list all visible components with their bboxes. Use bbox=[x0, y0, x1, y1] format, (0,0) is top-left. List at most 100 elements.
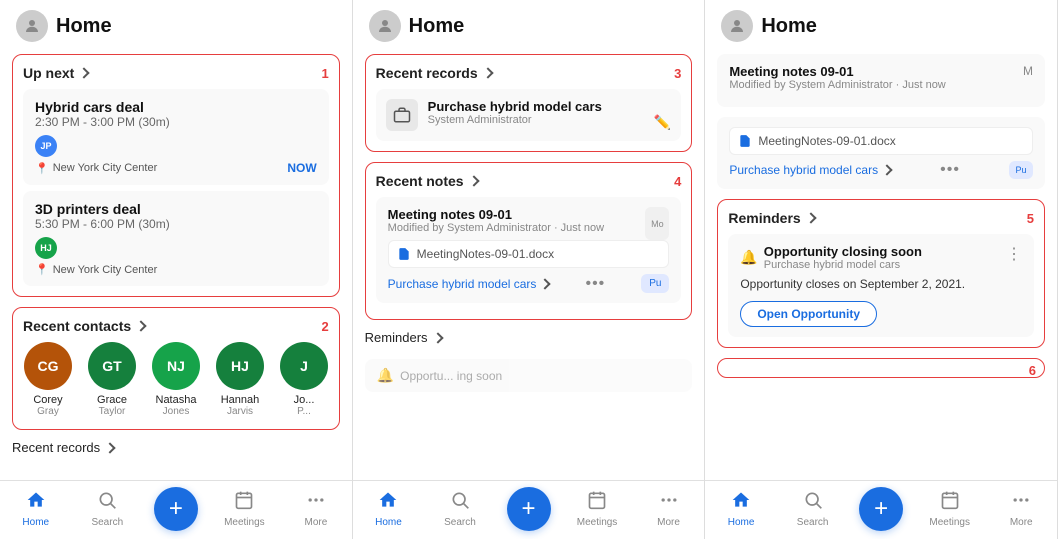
page-title-2: Home bbox=[409, 15, 465, 38]
open-opportunity-button[interactable]: Open Opportunity bbox=[740, 301, 877, 327]
avatar-3 bbox=[721, 10, 753, 42]
nav-meetings-2[interactable]: Meetings bbox=[572, 490, 622, 528]
contact-natasha[interactable]: NJ Natasha Jones bbox=[151, 342, 201, 417]
panel-2: Home Recent records 3 Purchase hybrid mo… bbox=[353, 0, 706, 539]
search-icon-2 bbox=[450, 490, 470, 515]
nav-home-3[interactable]: Home bbox=[716, 490, 766, 528]
note-link[interactable]: Purchase hybrid model cars bbox=[388, 277, 550, 291]
nav-meetings-1[interactable]: Meetings bbox=[219, 490, 269, 528]
event-item-1[interactable]: Hybrid cars deal 2:30 PM - 3:00 PM (30m)… bbox=[23, 89, 329, 185]
panel2-header: Home bbox=[353, 0, 705, 48]
panel2-content: Recent records 3 Purchase hybrid model c… bbox=[353, 48, 705, 480]
panel1-header: Home bbox=[0, 0, 352, 48]
file-docx: MeetingNotes-09-01.docx bbox=[729, 127, 1033, 155]
user-dot-2: HJ bbox=[35, 237, 57, 259]
contact-avatar-hj: HJ bbox=[216, 342, 264, 390]
nav-search-2[interactable]: Search bbox=[435, 490, 485, 528]
now-badge: NOW bbox=[287, 161, 316, 175]
event-location-2: 📍 New York City Center bbox=[35, 263, 157, 276]
nav-home-1[interactable]: Home bbox=[11, 490, 61, 528]
nav-more-2[interactable]: More bbox=[644, 490, 694, 528]
meeting-notes-right: M bbox=[1023, 64, 1033, 78]
nav-home-label-1: Home bbox=[22, 517, 49, 528]
note-right-badge: Pu bbox=[641, 274, 669, 293]
search-icon-3 bbox=[803, 490, 823, 515]
reminders-mini[interactable]: Reminders bbox=[365, 330, 693, 345]
file-link-row: Purchase hybrid model cars ••• Pu bbox=[729, 161, 1033, 179]
meeting-notes-card[interactable]: Meeting notes 09-01 Modified by System A… bbox=[717, 54, 1045, 107]
plus-icon-2: + bbox=[521, 495, 535, 523]
record-item-1[interactable]: Purchase hybrid model cars System Admini… bbox=[376, 89, 682, 141]
contact-j[interactable]: J Jo... P... bbox=[279, 342, 329, 417]
fab-button-1[interactable]: + bbox=[154, 487, 198, 531]
location-icon: 📍 bbox=[35, 162, 49, 175]
reminder-header-row: 🔔 Opportunity closing soon Purchase hybr… bbox=[740, 244, 1022, 271]
more-icon-2 bbox=[659, 490, 679, 515]
recent-records-title: Recent records bbox=[376, 65, 492, 81]
recent-records-mini[interactable]: Recent records bbox=[12, 440, 340, 455]
reminder-dots[interactable]: ⋮ bbox=[1006, 244, 1022, 264]
reminders-mini-chevron bbox=[432, 332, 443, 343]
meeting-notes-row: Meeting notes 09-01 Modified by System A… bbox=[729, 64, 1033, 97]
file-link[interactable]: Purchase hybrid model cars bbox=[729, 163, 891, 177]
recent-notes-chevron[interactable] bbox=[468, 175, 479, 186]
reminders-section: Reminders 5 🔔 Opportunity closing soon P… bbox=[717, 199, 1045, 348]
note-item-1[interactable]: Meeting notes 09-01 Modified by System A… bbox=[376, 197, 682, 303]
user-dot-1: JP bbox=[35, 135, 57, 157]
reminder-partial-row: 🔔 Opportu... ing soon bbox=[377, 367, 681, 384]
reminder-icon-title: 🔔 Opportunity closing soon Purchase hybr… bbox=[740, 244, 922, 271]
reminders-chevron[interactable] bbox=[805, 212, 816, 223]
contact-hannah[interactable]: HJ Hannah Jarvis bbox=[215, 342, 265, 417]
recent-notes-section: Recent notes 4 Meeting notes 09-01 Modif… bbox=[365, 162, 693, 320]
note-file: MeetingNotes-09-01.docx bbox=[388, 240, 670, 268]
up-next-chevron[interactable] bbox=[79, 67, 90, 78]
panel2-bottom-nav: Home Search + Meetings More bbox=[353, 480, 705, 539]
panel3-content: Meeting notes 09-01 Modified by System A… bbox=[705, 48, 1057, 480]
nav-meetings-label-3: Meetings bbox=[929, 517, 970, 528]
up-next-number: 1 bbox=[321, 66, 328, 81]
recent-notes-header: Recent notes 4 bbox=[376, 173, 682, 189]
bell-icon-3: 🔔 bbox=[740, 249, 757, 266]
nav-home-label-3: Home bbox=[728, 517, 755, 528]
pencil-icon[interactable]: ✏️ bbox=[654, 114, 671, 131]
recent-records-chevron[interactable] bbox=[482, 67, 493, 78]
plus-icon-1: + bbox=[169, 495, 183, 523]
nav-search-1[interactable]: Search bbox=[82, 490, 132, 528]
nav-more-label-1: More bbox=[304, 517, 327, 528]
nav-home-2[interactable]: Home bbox=[363, 490, 413, 528]
recent-contacts-chevron[interactable] bbox=[135, 320, 146, 331]
nav-more-1[interactable]: More bbox=[291, 490, 341, 528]
event-title-2: 3D printers deal bbox=[35, 201, 317, 217]
event-location-1: 📍 New York City Center bbox=[35, 162, 157, 175]
home-icon-1 bbox=[26, 490, 46, 515]
fab-button-3[interactable]: + bbox=[859, 487, 903, 531]
nav-more-3[interactable]: More bbox=[996, 490, 1046, 528]
reminder-partial-text: Opportu... ing soon bbox=[400, 369, 502, 383]
dots-icon[interactable]: ••• bbox=[585, 275, 605, 293]
record-info: Purchase hybrid model cars System Admini… bbox=[428, 99, 602, 126]
recent-contacts-header: Recent contacts 2 bbox=[23, 318, 329, 334]
nav-search-3[interactable]: Search bbox=[788, 490, 838, 528]
nav-search-label-3: Search bbox=[797, 517, 829, 528]
recent-records-number: 3 bbox=[674, 66, 681, 81]
panel-1: Home Up next 1 Hybrid cars deal 2:30 PM … bbox=[0, 0, 353, 539]
recent-contacts-number: 2 bbox=[321, 319, 328, 334]
location-icon-2: 📍 bbox=[35, 263, 49, 276]
reminders-title: Reminders bbox=[728, 210, 814, 226]
avatar bbox=[16, 10, 48, 42]
contact-grace[interactable]: GT Grace Taylor bbox=[87, 342, 137, 417]
nav-search-label-1: Search bbox=[91, 517, 123, 528]
plus-icon-3: + bbox=[874, 495, 888, 523]
nav-more-label-3: More bbox=[1010, 517, 1033, 528]
reminder-item-1[interactable]: 🔔 Opportunity closing soon Purchase hybr… bbox=[728, 234, 1034, 337]
fab-button-2[interactable]: + bbox=[507, 487, 551, 531]
contact-avatar-cg: CG bbox=[24, 342, 72, 390]
file-dots-icon[interactable]: ••• bbox=[940, 161, 960, 179]
nav-meetings-3[interactable]: Meetings bbox=[925, 490, 975, 528]
recent-notes-title: Recent notes bbox=[376, 173, 478, 189]
contact-corey[interactable]: CG Corey Gray bbox=[23, 342, 73, 417]
record-icon-briefcase bbox=[386, 99, 418, 131]
page-title: Home bbox=[56, 15, 112, 38]
event-item-2[interactable]: 3D printers deal 5:30 PM - 6:00 PM (30m)… bbox=[23, 191, 329, 286]
file-card: MeetingNotes-09-01.docx Purchase hybrid … bbox=[717, 117, 1045, 189]
